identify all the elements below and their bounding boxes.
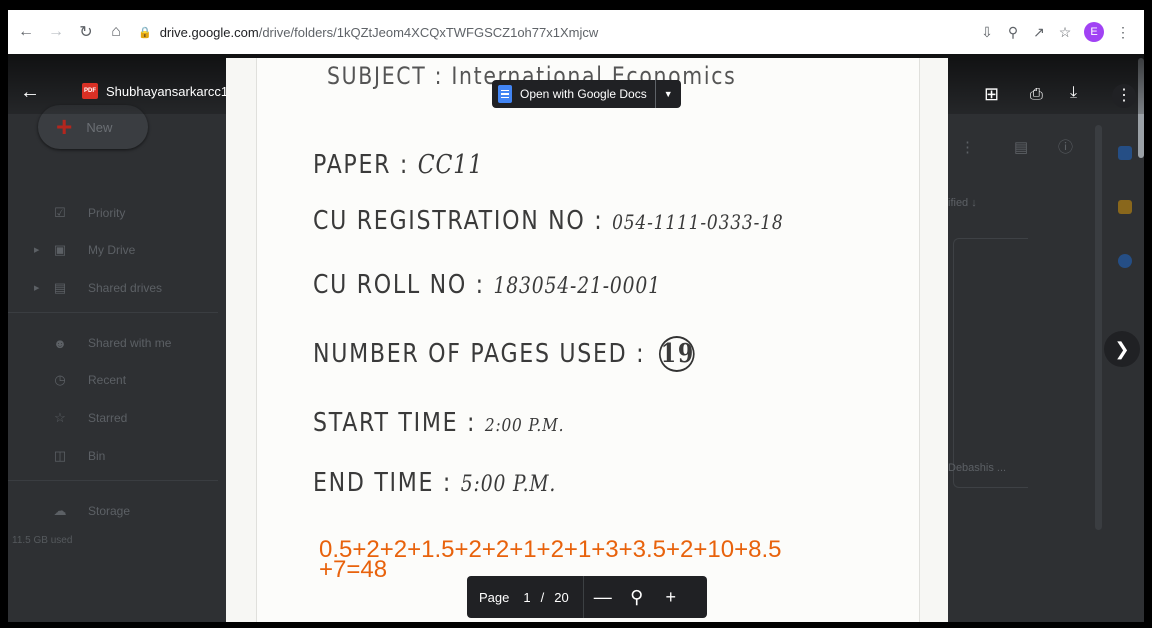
zoom-search-icon[interactable]: ⚲ <box>622 587 652 608</box>
page-separator: / <box>540 589 545 605</box>
pages-used-value: 19 <box>659 336 695 372</box>
info-icon: ⓘ <box>1058 139 1074 156</box>
open-with-google-docs-button[interactable]: Open with Google Docs ▼ <box>492 80 681 108</box>
profile-avatar[interactable]: E <box>1084 22 1104 42</box>
url-path: /drive/folders/1kQZtJeom4XCQxTWFGSCZ1oh7… <box>258 24 599 40</box>
reload-icon[interactable]: ↻ <box>74 20 98 44</box>
sort-label: ified ↓ <box>948 197 977 209</box>
address-bar[interactable]: 🔒 drive.google.com/drive/folders/1kQZtJe… <box>138 17 964 47</box>
sidebar-item-starred: ☆ Starred <box>28 405 127 431</box>
url-host: drive.google.com <box>159 24 259 40</box>
roll-line: CU ROLL NO : 183054-21-0001 <box>313 270 661 300</box>
sidebar-item-label: Starred <box>88 411 128 425</box>
sidebar-divider <box>8 312 218 313</box>
sidebar-item-storage: ☁ Storage <box>28 498 131 524</box>
score-annotation: 0.5+2+2+1.5+2+2+1+2+1+3+3.5+2+10+8.5 +7=… <box>319 536 919 582</box>
total-pages: 20 <box>554 589 569 605</box>
more-vert-icon: ⋮ <box>960 139 975 156</box>
sidebar-item-recent: ◷ Recent <box>28 367 126 393</box>
sidebar-item-priority: ☑ Priority <box>28 200 125 226</box>
sidebar-item-label: Bin <box>88 449 106 463</box>
print-icon[interactable]: ⎙ <box>1030 86 1043 104</box>
next-file-chevron-icon[interactable]: ❯ <box>1104 331 1140 367</box>
trash-icon: ◫ <box>53 448 67 463</box>
paper-line: PAPER : CC11 <box>313 150 484 180</box>
people-icon: ☻ <box>53 335 67 351</box>
share-icon[interactable]: ↗ <box>1026 19 1052 45</box>
sidebar-item-shared-drives: ▶ ▤ Shared drives <box>28 275 162 301</box>
sidebar-item-bin: ◫ Bin <box>28 443 106 469</box>
page-toolbar: Page 1 / 20 — ⚲ + <box>467 576 707 618</box>
download-icon[interactable]: ⤓ <box>1070 84 1077 102</box>
screen-frame: ← → ↻ ⌂ 🔒 drive.google.com/drive/folders… <box>6 8 1146 624</box>
sidebar-item-label: Storage <box>88 504 131 518</box>
back-icon[interactable]: ← <box>14 20 38 44</box>
sidebar-item-label: Priority <box>88 206 126 220</box>
forward-icon[interactable]: → <box>44 20 68 44</box>
keep-icon <box>1118 200 1132 214</box>
score-line-1: 0.5+2+2+1.5+2+2+1+2+1+3+3.5+2+10+8.5 <box>319 536 782 563</box>
zoom-icon[interactable]: ⚲ <box>1000 19 1026 45</box>
caret-right-icon: ▶ <box>34 247 40 254</box>
file-card <box>953 238 1028 488</box>
sidebar-item-label: Shared drives <box>88 281 163 295</box>
browser-menu-icon[interactable]: ⋮ <box>1110 19 1136 45</box>
add-comment-icon[interactable]: ⊞ <box>984 84 999 105</box>
zoom-in-icon[interactable]: + <box>656 587 686 608</box>
google-docs-icon <box>498 85 512 103</box>
sidebar-item-my-drive: ▶ ▣ My Drive <box>28 237 135 263</box>
sidebar-item-shared-with-me: ☻ Shared with me <box>28 330 171 356</box>
current-page-input[interactable]: 1 <box>523 590 530 605</box>
bookmark-star-icon[interactable]: ☆ <box>1052 19 1078 45</box>
clock-icon: ◷ <box>54 372 66 387</box>
toolbar-divider <box>582 576 584 618</box>
storage-used: 11.5 GB used <box>12 535 73 546</box>
chevron-down-icon[interactable]: ▼ <box>654 80 681 108</box>
registration-line: CU REGISTRATION NO : 054-1111-0333-18 <box>313 206 784 236</box>
pages-used-line: NUMBER OF PAGES USED : 19 <box>313 336 695 372</box>
browser-toolbar: ← → ↻ ⌂ 🔒 drive.google.com/drive/folders… <box>8 10 1144 54</box>
new-label: New <box>86 119 113 135</box>
page-label: Page <box>479 589 510 605</box>
home-icon[interactable]: ⌂ <box>104 20 128 44</box>
caret-right-icon: ▶ <box>34 285 40 292</box>
sidebar-item-label: Recent <box>88 373 127 387</box>
start-time-line: START TIME : 2:00 P.M. <box>313 408 565 438</box>
close-viewer-arrow-icon[interactable]: ← <box>20 82 40 102</box>
star-icon: ☆ <box>54 410 66 425</box>
end-time-line: END TIME : 5:00 P.M. <box>313 468 557 498</box>
check-square-icon: ☑ <box>54 205 66 220</box>
lock-icon: 🔒 <box>138 26 152 39</box>
sidebar-item-label: My Drive <box>88 243 136 257</box>
plus-icon: + <box>56 111 73 142</box>
install-app-icon[interactable]: ⇩ <box>974 19 1000 45</box>
drive-icon: ▣ <box>53 242 67 257</box>
calendar-icon <box>1118 146 1132 160</box>
owner-fragment: Debashis ... <box>948 462 1007 474</box>
cloud-icon: ☁ <box>53 503 67 518</box>
background-scrollbar <box>1095 125 1102 530</box>
list-view-icon: ▤ <box>1014 139 1029 156</box>
tasks-icon <box>1118 254 1132 268</box>
open-with-label: Open with Google Docs <box>520 87 647 101</box>
sidebar-divider <box>8 480 218 481</box>
pdf-file-icon: PDF <box>82 83 98 99</box>
sidebar-item-label: Shared with me <box>88 336 172 350</box>
shared-drives-icon: ▤ <box>53 280 67 295</box>
more-actions-icon[interactable]: ⋮ <box>1112 84 1136 108</box>
zoom-out-icon[interactable]: — <box>588 587 618 608</box>
